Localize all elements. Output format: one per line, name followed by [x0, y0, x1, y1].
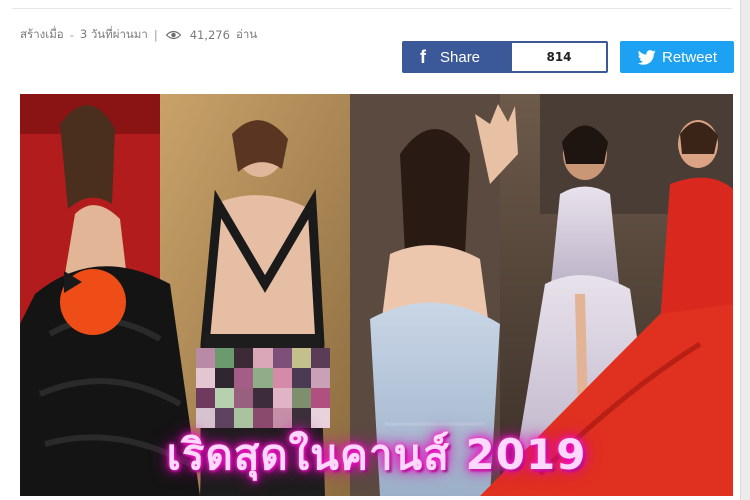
mosaic-cell: [234, 388, 254, 408]
mosaic-cell: [253, 388, 273, 408]
mosaic-cell: [215, 388, 235, 408]
play-button[interactable]: [60, 269, 126, 335]
mosaic-cell: [291, 388, 311, 408]
mosaic-cell: [253, 348, 273, 368]
eye-icon: [165, 30, 181, 40]
mosaic-cell: [310, 348, 330, 368]
article-meta: สร้างเมื่อ - 3 วันที่ผ่านมา | 41,276 อ่า…: [20, 26, 257, 44]
meta-divider: |: [153, 28, 158, 42]
retweet-label: Retweet: [662, 48, 718, 66]
mosaic-cell: [272, 388, 292, 408]
facebook-share-button[interactable]: f Share 814: [402, 41, 608, 73]
mosaic-cell: [253, 368, 273, 388]
mosaic-cell: [196, 388, 216, 408]
hero-image[interactable]: เริดสุดในคานส์ 2019: [20, 94, 733, 496]
twitter-bird-icon: [638, 49, 656, 65]
retweet-button[interactable]: Retweet: [620, 41, 734, 73]
hero-headline: เริดสุดในคานส์ 2019: [166, 430, 587, 479]
mosaic-cell: [215, 348, 235, 368]
mosaic-cell: [272, 368, 292, 388]
view-count: 41,276: [189, 28, 230, 42]
mosaic-cell: [234, 348, 254, 368]
mosaic-cell: [272, 348, 292, 368]
mosaic-cell: [234, 368, 254, 388]
mosaic-cell: [291, 368, 311, 388]
share-brand-area: f Share: [404, 43, 512, 71]
view-unit: อ่าน: [235, 27, 258, 41]
mosaic-cell: [215, 368, 235, 388]
mosaic-cell: [291, 348, 311, 368]
mosaic-cell: [196, 348, 216, 368]
facebook-icon: f: [420, 46, 426, 67]
play-icon: [64, 271, 82, 293]
mosaic-cell: [310, 388, 330, 408]
mosaic-cell: [310, 368, 330, 388]
article-card: สร้างเมื่อ - 3 วันที่ผ่านมา | 41,276 อ่า…: [0, 0, 741, 500]
created-ago: 3 วันที่ผ่านมา: [79, 27, 148, 41]
share-label: Share: [440, 48, 481, 66]
pixelated-area: [196, 348, 330, 428]
mosaic-cell: [196, 368, 216, 388]
top-divider: [12, 8, 732, 9]
meta-separator: -: [69, 28, 74, 42]
created-label: สร้างเมื่อ: [20, 27, 64, 41]
share-count: 814: [546, 50, 572, 64]
